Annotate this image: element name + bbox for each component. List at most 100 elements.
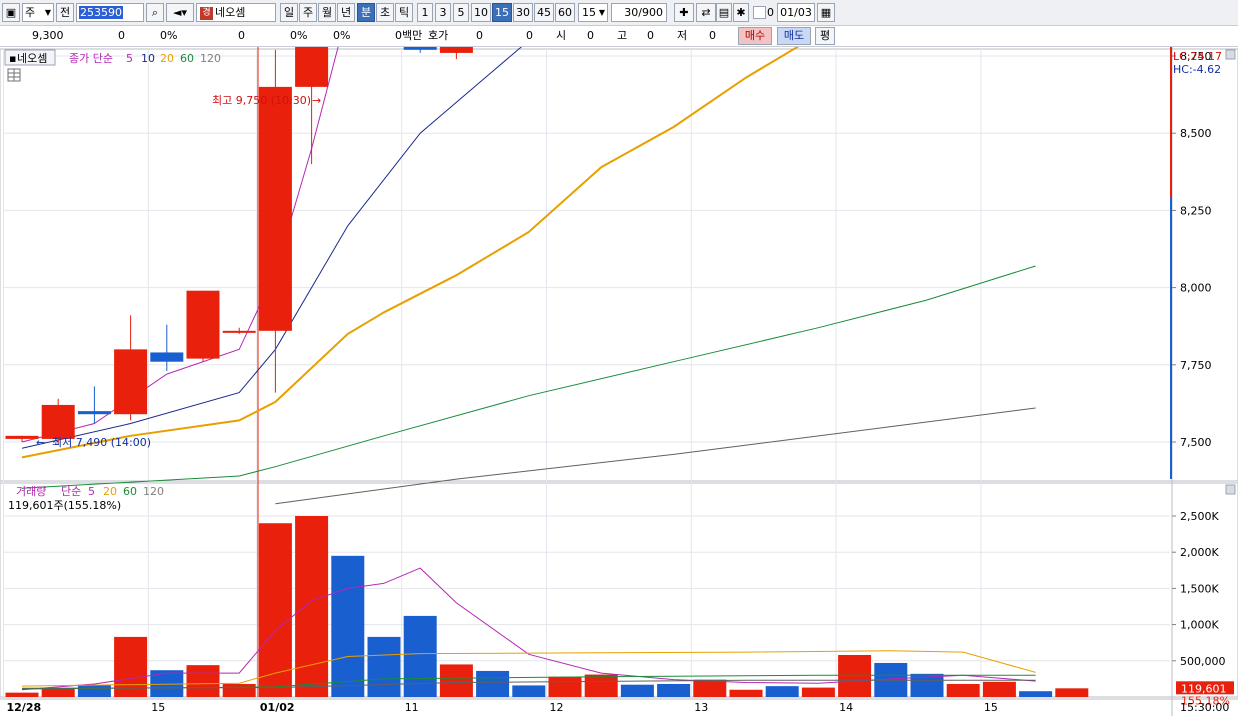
minute-60-button[interactable]: 60 [555,3,575,22]
gear-icon[interactable]: ✱ [733,3,749,22]
lc-label: LC:24.17 [1173,50,1222,63]
hoga-value-2: 0 [526,29,533,42]
compare-icon[interactable]: ⇄ [696,3,716,22]
price-scrollbar-top [1170,47,1172,197]
stock-name-field[interactable]: 경 네오셈 [196,3,276,22]
price-tick-label: 7,500 [1180,436,1212,449]
price-tick-label: 8,250 [1180,204,1212,217]
volume-tick-label: 2,500K [1180,510,1219,523]
checkbox[interactable] [753,6,766,19]
time-tick-label: 15 [151,701,165,714]
candle-body [77,411,111,415]
period-month-button[interactable]: 월 [318,3,336,22]
volume-bar [946,683,980,697]
high-annotation: 최고 9,750 (10:30) [212,94,311,107]
price-panel-name: 네오셈 [17,52,47,65]
time-readout: 15:30:00 [1180,701,1229,714]
chevron-down-icon: ▼ [44,8,51,17]
time-tick-label: 13 [694,701,708,714]
volume-panel-frame [0,482,1238,698]
minute-10-button[interactable]: 10 [471,3,491,22]
volume-legend-ma120: 120 [143,485,164,498]
volume-bar [584,674,618,697]
volume-bar [548,676,582,697]
calendar-icon[interactable]: ▦ [817,3,835,22]
candle-body [114,349,148,415]
volume-legend-ma20: 20 [103,485,117,498]
period-type-select[interactable]: 주 ▼ [22,3,54,22]
volume-bar [5,692,39,697]
candle-body [258,86,292,331]
legend-dot-icon: ▪ [9,52,16,65]
minute-15-button[interactable]: 15 [492,3,512,22]
period-year-button[interactable]: 년 [337,3,355,22]
minute-30-button[interactable]: 30 [513,3,533,22]
price-ma-10-line [21,47,523,449]
period-tick-button[interactable]: 틱 [395,3,413,22]
volume-value: 0 [238,29,245,42]
mode-button[interactable]: 전 [56,3,74,22]
candle-body [403,47,437,50]
period-day-button[interactable]: 일 [280,3,298,22]
low-value: 0 [709,29,716,42]
stock-code-value: 253590 [79,6,123,19]
speaker-icon[interactable]: ◄▾ [166,3,194,22]
volume-bar [693,679,727,697]
sell-button[interactable]: 매도 [777,27,811,45]
price-tick-label: 8,000 [1180,282,1212,295]
volume-bar [331,555,365,697]
minute-45-button[interactable]: 45 [534,3,554,22]
volume-bar [982,681,1016,697]
minute-1-button[interactable]: 1 [417,3,433,22]
high-arrow-icon: → [312,94,321,107]
window-icon[interactable]: ▣ [2,3,20,22]
stock-chart[interactable]: 7,5007,7508,0008,2508,5008,7509,0009,250… [0,47,1238,716]
maximize-volume-panel-icon[interactable] [1225,484,1236,495]
volume-bar [222,683,256,697]
price-legend-ma60: 60 [180,52,194,65]
price-legend-ma120: 120 [200,52,221,65]
stock-code-input[interactable]: 253590 [76,3,144,22]
minute-5-button[interactable]: 5 [453,3,469,22]
volume-bar [439,664,473,697]
date-input[interactable]: 01/03 [777,3,815,22]
crosshair-icon[interactable]: ✚ [674,3,694,22]
candle-body [41,404,75,439]
price-legend-ma20: 20 [160,52,174,65]
time-tick-label: 12 [550,701,564,714]
quote-bar: 9,300 0 0% 0 0% 0% 0백만 호가 0 0 시 0 고 0 저 … [0,26,1238,47]
period-week-button[interactable]: 주 [299,3,317,22]
candle-body [222,330,256,333]
change-percent: 0% [160,29,178,42]
count-input[interactable]: 30/900 [611,3,667,22]
volume-percent-2: 0% [333,29,351,42]
save-icon[interactable]: ▤ [716,3,732,22]
volume-info: 119,601주(155.18%) [8,499,121,512]
maximize-panel-icon[interactable] [1225,49,1236,60]
interval-select[interactable]: 15 ▼ [578,3,608,22]
price-ma-60-line [21,265,1036,489]
price-panel-frame [0,48,1238,482]
hoga-value-1: 0 [476,29,483,42]
high-value: 0 [647,29,654,42]
volume-bar [657,683,691,697]
low-annotation: 최저 7,490 (14:00) [52,436,151,449]
price-ma-5-line [21,47,339,443]
price-ma-120-line [275,407,1036,505]
candle-body [150,352,184,362]
time-tick-label: 11 [405,701,419,714]
avg-button[interactable]: 평 [815,27,835,45]
period-minute-button[interactable]: 분 [357,3,375,22]
period-second-button[interactable]: 초 [376,3,394,22]
volume-bar [838,655,872,697]
candle-body [295,47,329,87]
buy-button[interactable]: 매수 [738,27,772,45]
volume-tick-label: 2,000K [1180,546,1219,559]
volume-legend-ma60: 60 [123,485,137,498]
volume-bar [1019,691,1053,697]
minute-3-button[interactable]: 3 [435,3,451,22]
volume-legend-prefix: 단순 [61,485,81,498]
search-icon[interactable]: ⌕ [146,3,164,22]
volume-bar [476,670,510,697]
low-label: 저 [677,29,688,42]
